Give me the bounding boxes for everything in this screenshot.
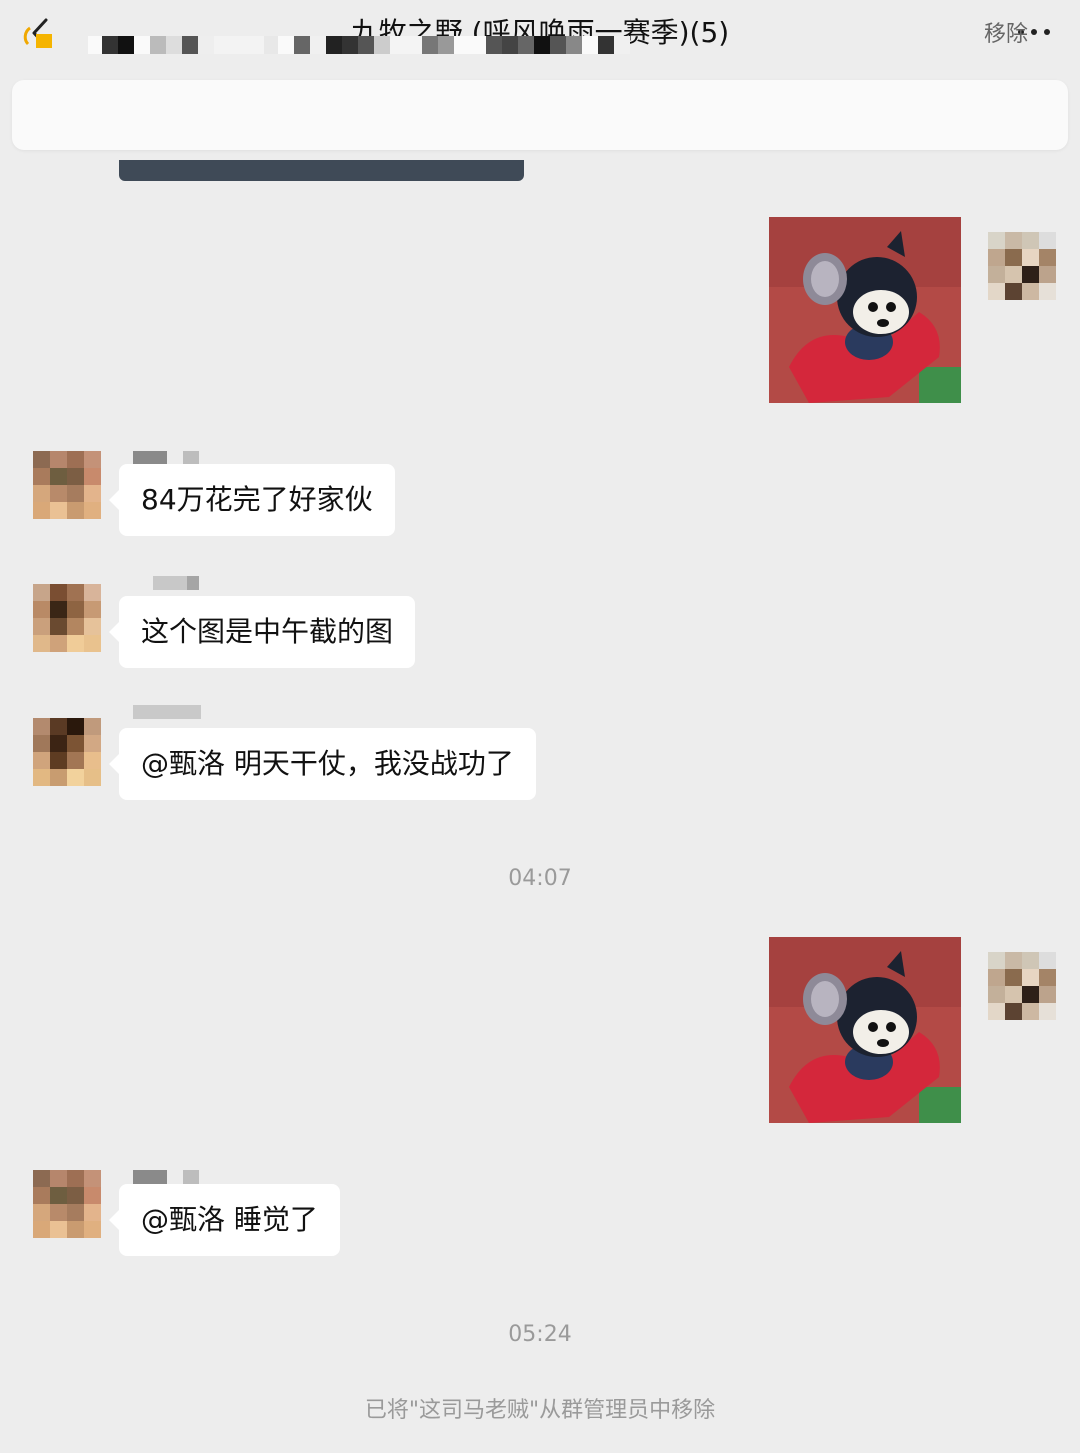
- avatar-self[interactable]: [988, 232, 1056, 300]
- system-message: 已将"这司马老贼"从群管理员中移除: [364, 1398, 716, 1423]
- avatar-member-1[interactable]: [33, 1170, 101, 1238]
- avatar-member-1[interactable]: [33, 451, 101, 519]
- text-message-bubble[interactable]: 这个图是中午截的图: [108, 596, 416, 668]
- text-message-bubble[interactable]: @甄洛 明天干仗，我没战功了: [109, 728, 536, 800]
- message-timestamp: 04:07: [508, 866, 572, 891]
- pinned-message-bar[interactable]: [12, 80, 1068, 150]
- text-message-bubble[interactable]: @甄洛 睡觉了: [109, 1184, 340, 1256]
- member-nickname-blurred: [133, 576, 199, 590]
- image-message-partial[interactable]: [119, 160, 524, 181]
- sticker-message[interactable]: [769, 217, 961, 403]
- cartoon-mouse-sticker-icon: [769, 937, 961, 1123]
- member-nickname-blurred: [133, 705, 201, 719]
- remove-pin-button[interactable]: 移除: [984, 18, 1028, 52]
- sticker-message[interactable]: [769, 937, 961, 1123]
- cartoon-mouse-sticker-icon: [769, 217, 961, 403]
- pinned-notice-icon: [23, 26, 52, 48]
- avatar-member-2[interactable]: [33, 584, 101, 652]
- message-timestamp: 05:24: [508, 1322, 572, 1347]
- avatar-self[interactable]: [988, 952, 1056, 1020]
- member-nickname-blurred: [133, 451, 199, 465]
- avatar-member-3[interactable]: [33, 718, 101, 786]
- text-message-bubble[interactable]: 84万花完了好家伙: [109, 464, 395, 536]
- pinned-message-text-blurred: [88, 36, 630, 54]
- member-nickname-blurred: [133, 1170, 199, 1184]
